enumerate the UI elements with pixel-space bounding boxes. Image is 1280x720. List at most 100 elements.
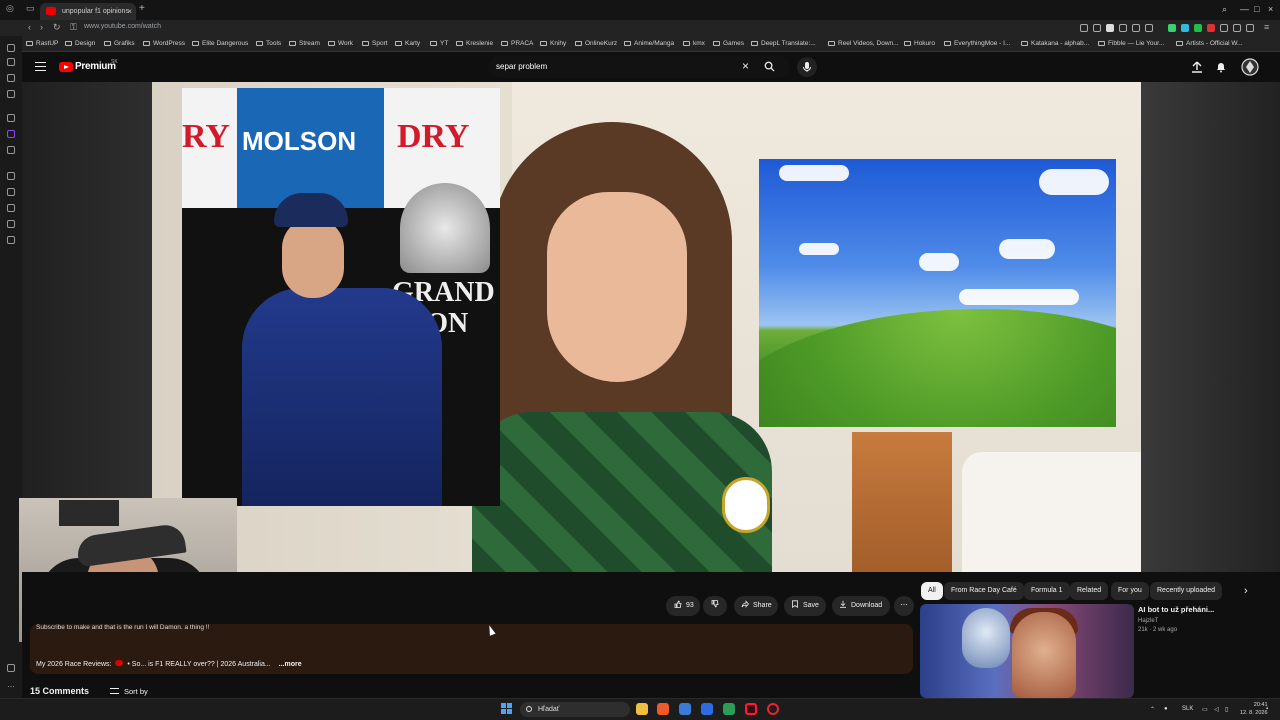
bookmark-item[interactable]: EverythingMoe - I...: [944, 40, 1010, 47]
clear-search-icon[interactable]: ×: [742, 59, 749, 73]
bookmark-item[interactable]: Stream: [289, 40, 320, 47]
extension-icon[interactable]: [1132, 24, 1140, 32]
sidebar-app-icon[interactable]: [7, 204, 15, 212]
tray-chevron-icon[interactable]: ⌃: [1150, 706, 1155, 713]
sidebar-app-icon[interactable]: [7, 74, 15, 82]
taskbar-search[interactable]: Hľadať: [520, 702, 630, 717]
bookmark-item[interactable]: Elite Dangerous: [192, 40, 248, 47]
maximize-icon[interactable]: □: [1254, 4, 1259, 14]
youtube-logo-icon[interactable]: [59, 62, 73, 72]
mic-tray-icon[interactable]: ●: [1164, 706, 1168, 712]
language-indicator[interactable]: SLK: [1182, 706, 1193, 712]
minimize-icon[interactable]: —: [1240, 4, 1249, 14]
sidebar-more-icon[interactable]: ⋯: [7, 682, 15, 691]
avatar[interactable]: [1241, 58, 1259, 76]
sidebar-app-icon[interactable]: [7, 114, 15, 122]
bookmark-item[interactable]: Knihy: [540, 40, 566, 47]
upload-icon[interactable]: [1190, 60, 1204, 74]
menu-icon[interactable]: [35, 62, 46, 71]
system-clock[interactable]: 20:41 12. 8. 2026: [1240, 701, 1268, 717]
forward-icon[interactable]: ›: [40, 22, 43, 32]
chip-all[interactable]: All: [921, 582, 943, 600]
app-icon[interactable]: [723, 703, 735, 715]
chevron-right-icon[interactable]: ›: [1244, 585, 1248, 597]
download-button[interactable]: Download: [832, 596, 890, 616]
windows-start-icon[interactable]: [501, 703, 513, 715]
app-icon[interactable]: [767, 703, 779, 715]
extension-icon[interactable]: [1106, 24, 1114, 32]
bookmark-item[interactable]: Anime/Manga: [624, 40, 674, 47]
bookmark-item[interactable]: Grafiks: [104, 40, 135, 47]
search-input[interactable]: separ problem: [496, 62, 547, 71]
battery-icon[interactable]: ▯: [1225, 706, 1228, 713]
chip-formula-1[interactable]: Formula 1: [1024, 582, 1070, 600]
app-icon[interactable]: [679, 703, 691, 715]
sidebar-app-icon[interactable]: [7, 236, 15, 244]
voice-search-button[interactable]: [797, 57, 817, 77]
brave-browser-icon[interactable]: [657, 703, 669, 715]
recommended-channel[interactable]: HajzleT: [1138, 618, 1158, 624]
chip-recently-uploaded[interactable]: Recently uploaded: [1150, 582, 1222, 600]
extension-icon[interactable]: [1168, 24, 1176, 32]
bookmark-item[interactable]: OnlineKurz: [575, 40, 617, 47]
site-info-icon[interactable]: ⚿: [70, 22, 77, 33]
sidebar-app-icon[interactable]: [7, 220, 15, 228]
extension-icon[interactable]: [1145, 24, 1153, 32]
notifications-icon[interactable]: ▪: [1266, 706, 1268, 712]
recommended-title[interactable]: AI bot to už přeháni...: [1138, 605, 1258, 614]
notifications-bell-icon[interactable]: [1214, 60, 1228, 74]
bookmark-item[interactable]: YT: [430, 40, 448, 47]
extension-icon[interactable]: [1233, 24, 1241, 32]
sidebar-app-icon[interactable]: [7, 172, 15, 180]
bookmark-item[interactable]: Design: [65, 40, 95, 47]
bookmark-item[interactable]: Kreslenie: [456, 40, 493, 47]
reload-icon[interactable]: ↻: [53, 22, 61, 33]
tab-overview-icon[interactable]: ▭: [26, 3, 35, 14]
url-field[interactable]: www.youtube.com/watch: [84, 23, 161, 30]
sidebar-app-icon[interactable]: [7, 146, 15, 154]
twitch-icon[interactable]: [7, 130, 15, 138]
file-explorer-icon[interactable]: [636, 703, 648, 715]
browser-more-icon[interactable]: ≡: [1264, 22, 1269, 32]
bookmark-item[interactable]: Karty: [395, 40, 420, 47]
recommended-thumbnail[interactable]: [920, 604, 1134, 698]
tab-active[interactable]: unpopular f1 opinions ×: [40, 3, 136, 20]
search-icon[interactable]: [764, 61, 775, 72]
like-button[interactable]: 93: [666, 596, 700, 616]
extension-icon[interactable]: [1246, 24, 1254, 32]
app-icon[interactable]: [701, 703, 713, 715]
dislike-button[interactable]: [703, 596, 727, 616]
network-icon[interactable]: ▭: [1202, 706, 1208, 713]
extension-icon[interactable]: [1093, 24, 1101, 32]
video-frame[interactable]: RY MOLSON DRY GRANDLSONN: [152, 82, 1141, 572]
bookmark-item[interactable]: DeepL Translate:...: [751, 40, 816, 47]
bookmark-item[interactable]: kmx: [683, 40, 705, 47]
extension-icon[interactable]: [1181, 24, 1189, 32]
extension-icon[interactable]: [1194, 24, 1202, 32]
browser-menu-icon[interactable]: ◎: [6, 3, 14, 14]
bookmark-item[interactable]: Katakana - alphab...: [1021, 40, 1089, 47]
opera-browser-icon[interactable]: [745, 703, 757, 715]
new-tab-button[interactable]: +: [139, 3, 145, 14]
close-window-icon[interactable]: ×: [1268, 4, 1273, 14]
search-box[interactable]: separ problem ×: [488, 56, 790, 78]
show-more-button[interactable]: ...more: [279, 661, 302, 668]
bookmark-item[interactable]: Tools: [256, 40, 281, 47]
bookmark-item[interactable]: Reel Videos, Down...: [828, 40, 899, 47]
chip-channel[interactable]: From Race Day Café: [944, 582, 1024, 600]
bookmark-item[interactable]: Sport: [362, 40, 388, 47]
tab-close-icon[interactable]: ×: [127, 3, 132, 20]
chip-related[interactable]: Related: [1070, 582, 1109, 600]
chip-for-you[interactable]: For you: [1111, 582, 1149, 600]
bookmark-item[interactable]: Games: [713, 40, 744, 47]
extension-icon[interactable]: [1220, 24, 1228, 32]
back-icon[interactable]: ‹: [28, 22, 31, 32]
sidebar-app-icon[interactable]: [7, 44, 15, 52]
description-link[interactable]: • So... is F1 REALLY over?? | 2026 Austr…: [127, 661, 270, 668]
more-actions-button[interactable]: ⋯: [894, 596, 914, 616]
bookmark-item[interactable]: Hokuro: [904, 40, 935, 47]
bookmark-item[interactable]: Fibble — Lie Your...: [1098, 40, 1164, 47]
search-tabs-icon[interactable]: ⌕: [1222, 4, 1227, 15]
sidebar-app-icon[interactable]: [7, 58, 15, 66]
sidebar-app-icon[interactable]: [7, 188, 15, 196]
